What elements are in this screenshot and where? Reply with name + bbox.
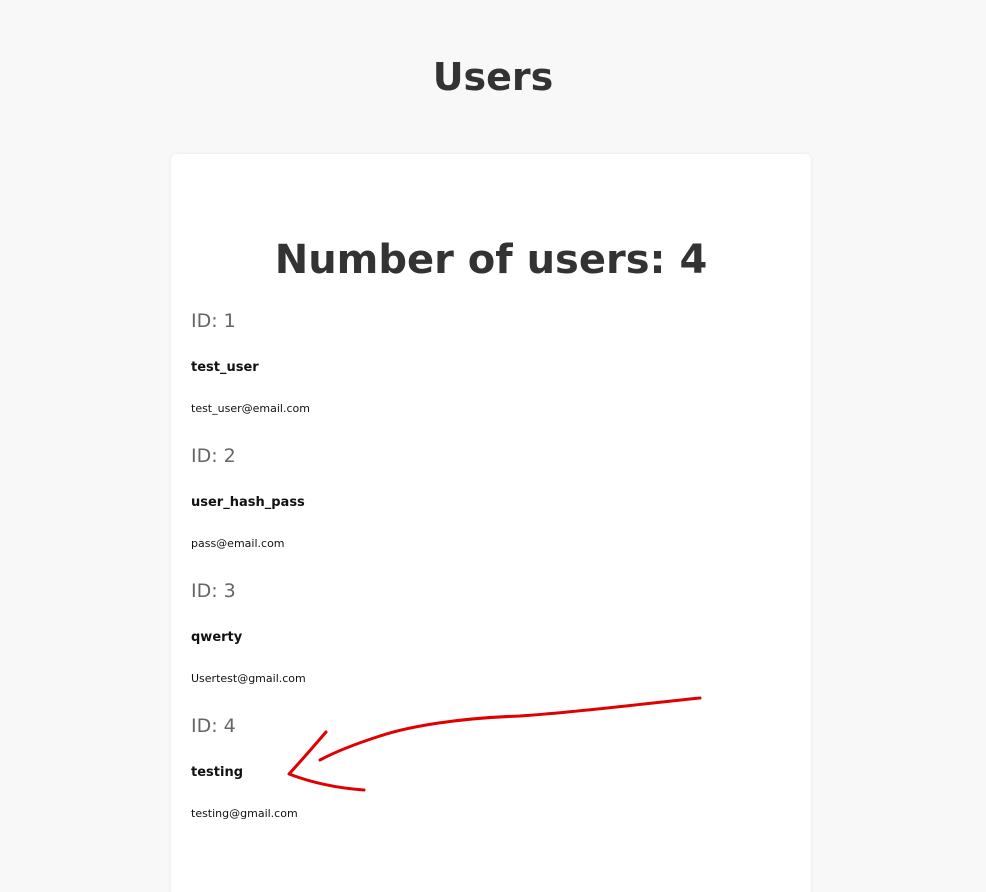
page-title: Users [432, 55, 554, 99]
user-name: user_hash_pass [191, 495, 305, 510]
user-list: ID: 1 test_user test_user@email.com ID: … [191, 308, 791, 848]
user-email: testing@gmail.com [191, 807, 298, 820]
user-entry: ID: 4 testing testing@gmail.com [191, 713, 791, 848]
users-page: Users Number of users: 4 ID: 1 test_user… [0, 0, 986, 892]
user-id: ID: 3 [191, 580, 236, 602]
user-count-heading: Number of users: 4 [274, 237, 708, 283]
users-card: Number of users: 4 ID: 1 test_user test_… [171, 154, 811, 892]
user-email: test_user@email.com [191, 402, 310, 415]
user-id: ID: 2 [191, 445, 236, 467]
user-entry: ID: 1 test_user test_user@email.com [191, 308, 791, 443]
user-entry: ID: 3 qwerty Usertest@gmail.com [191, 578, 791, 713]
user-email: Usertest@gmail.com [191, 672, 306, 685]
user-id: ID: 1 [191, 310, 236, 332]
user-name: qwerty [191, 630, 243, 645]
user-id: ID: 4 [191, 715, 236, 737]
user-name: testing [191, 765, 243, 780]
user-email: pass@email.com [191, 537, 285, 550]
user-name: test_user [191, 360, 259, 375]
user-entry: ID: 2 user_hash_pass pass@email.com [191, 443, 791, 578]
